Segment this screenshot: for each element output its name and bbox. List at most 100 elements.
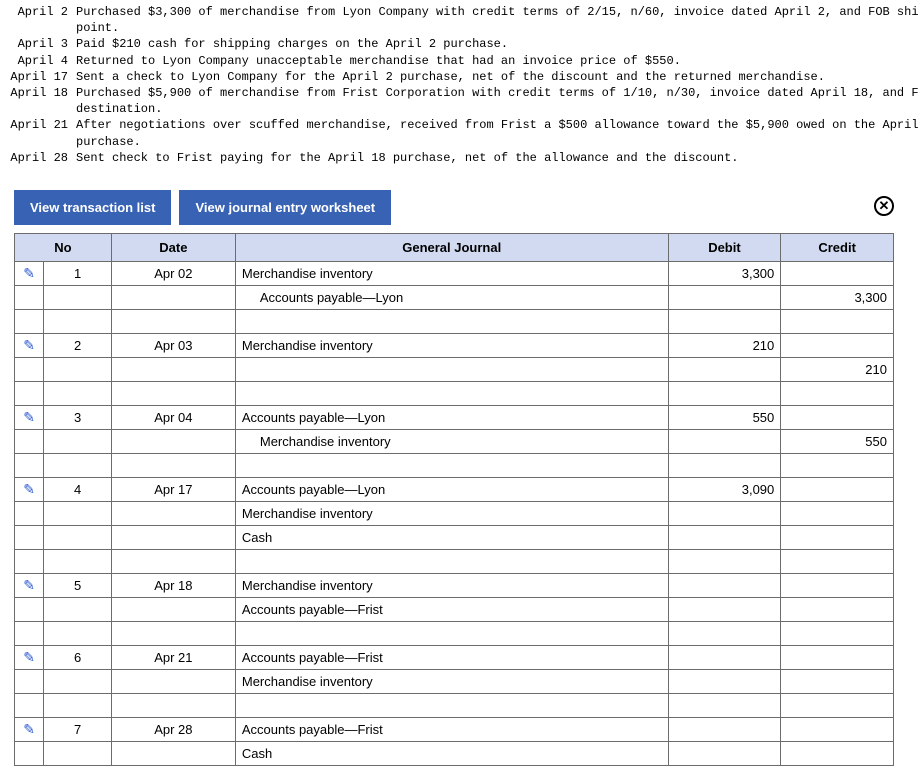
entry-no: 6 (44, 645, 112, 669)
entry-credit[interactable] (781, 741, 894, 765)
edit-row-button (15, 597, 44, 621)
entry-debit[interactable] (668, 429, 781, 453)
spacer-cell (781, 693, 894, 717)
entry-date (111, 597, 235, 621)
entry-credit[interactable] (781, 477, 894, 501)
transaction-text: Purchased $5,900 of merchandise from Fri… (76, 85, 918, 101)
entry-date: Apr 18 (111, 573, 235, 597)
edit-row-button[interactable]: ✎ (15, 261, 44, 285)
transaction-date (4, 20, 76, 36)
edit-row-button[interactable]: ✎ (15, 573, 44, 597)
journal-row: Cash (15, 741, 894, 765)
spacer-cell (111, 549, 235, 573)
spacer-cell (668, 693, 781, 717)
entry-debit[interactable]: 210 (668, 333, 781, 357)
edit-row-button (15, 357, 44, 381)
spacer-cell (15, 693, 44, 717)
entry-credit[interactable] (781, 645, 894, 669)
spacer-cell (781, 621, 894, 645)
pencil-icon: ✎ (23, 577, 35, 594)
entry-debit[interactable]: 3,300 (668, 261, 781, 285)
entry-credit[interactable] (781, 501, 894, 525)
edit-row-button[interactable]: ✎ (15, 717, 44, 741)
entry-date (111, 285, 235, 309)
entry-debit[interactable] (668, 501, 781, 525)
entry-debit[interactable]: 550 (668, 405, 781, 429)
transaction-date: April 17 (4, 69, 76, 85)
transaction-date: April 2 (4, 4, 76, 20)
button-bar: View transaction list View journal entry… (14, 190, 894, 225)
entry-account[interactable]: Merchandise inventory (235, 429, 668, 453)
entry-account[interactable]: Cash (235, 741, 668, 765)
entry-debit[interactable] (668, 597, 781, 621)
entry-debit[interactable] (668, 669, 781, 693)
entry-credit[interactable]: 210 (781, 357, 894, 381)
entry-account[interactable]: Merchandise inventory (235, 333, 668, 357)
entry-debit[interactable] (668, 717, 781, 741)
spacer-cell (111, 309, 235, 333)
journal-row: Merchandise inventory (15, 501, 894, 525)
entry-date: Apr 17 (111, 477, 235, 501)
spacer-cell (668, 621, 781, 645)
entry-account[interactable]: Merchandise inventory (235, 261, 668, 285)
entry-no (44, 357, 112, 381)
entry-account[interactable] (235, 357, 668, 381)
journal-table-wrapper: No Date General Journal Debit Credit ✎1A… (14, 233, 918, 766)
entry-credit[interactable] (781, 261, 894, 285)
header-debit: Debit (668, 233, 781, 261)
entry-debit[interactable]: 3,090 (668, 477, 781, 501)
transaction-line: April 28Sent check to Frist paying for t… (4, 150, 918, 166)
entry-date: Apr 28 (111, 717, 235, 741)
entry-debit[interactable] (668, 741, 781, 765)
transaction-date: April 4 (4, 53, 76, 69)
entry-account[interactable]: Accounts payable—Lyon (235, 285, 668, 309)
entry-credit[interactable] (781, 669, 894, 693)
entry-account[interactable]: Accounts payable—Lyon (235, 477, 668, 501)
journal-row: ✎3Apr 04Accounts payable—Lyon550 (15, 405, 894, 429)
transaction-line: point. (4, 20, 918, 36)
edit-row-button[interactable]: ✎ (15, 645, 44, 669)
entry-credit[interactable] (781, 573, 894, 597)
edit-row-button[interactable]: ✎ (15, 477, 44, 501)
spacer-cell (111, 381, 235, 405)
entry-credit[interactable] (781, 405, 894, 429)
entry-no (44, 525, 112, 549)
entry-account[interactable]: Accounts payable—Frist (235, 717, 668, 741)
entry-account[interactable]: Accounts payable—Frist (235, 645, 668, 669)
transaction-text: Sent check to Frist paying for the April… (76, 150, 918, 166)
entry-credit[interactable] (781, 525, 894, 549)
entry-debit[interactable] (668, 285, 781, 309)
entry-credit[interactable] (781, 333, 894, 357)
entry-debit[interactable] (668, 645, 781, 669)
transaction-line: April 21After negotiations over scuffed … (4, 117, 918, 133)
edit-row-button[interactable]: ✎ (15, 333, 44, 357)
edit-row-button (15, 741, 44, 765)
spacer-cell (15, 453, 44, 477)
entry-credit[interactable] (781, 597, 894, 621)
spacer-cell (15, 549, 44, 573)
entry-credit[interactable]: 3,300 (781, 285, 894, 309)
entry-account[interactable]: Accounts payable—Frist (235, 597, 668, 621)
entry-credit[interactable] (781, 717, 894, 741)
entry-no: 5 (44, 573, 112, 597)
spacer-row (15, 549, 894, 573)
entry-debit[interactable] (668, 525, 781, 549)
view-journal-entry-worksheet-button[interactable]: View journal entry worksheet (179, 190, 391, 225)
entry-date: Apr 21 (111, 645, 235, 669)
entry-no: 1 (44, 261, 112, 285)
entry-account[interactable]: Merchandise inventory (235, 669, 668, 693)
close-icon[interactable]: ✕ (874, 196, 894, 216)
edit-row-button[interactable]: ✎ (15, 405, 44, 429)
entry-account[interactable]: Merchandise inventory (235, 573, 668, 597)
transaction-text: Purchased $3,300 of merchandise from Lyo… (76, 4, 918, 20)
entry-debit[interactable] (668, 357, 781, 381)
entry-account[interactable]: Accounts payable—Lyon (235, 405, 668, 429)
entry-credit[interactable]: 550 (781, 429, 894, 453)
view-transaction-list-button[interactable]: View transaction list (14, 190, 171, 225)
entry-debit[interactable] (668, 573, 781, 597)
pencil-icon: ✎ (23, 649, 35, 666)
spacer-cell (235, 621, 668, 645)
entry-account[interactable]: Merchandise inventory (235, 501, 668, 525)
spacer-cell (235, 693, 668, 717)
entry-account[interactable]: Cash (235, 525, 668, 549)
